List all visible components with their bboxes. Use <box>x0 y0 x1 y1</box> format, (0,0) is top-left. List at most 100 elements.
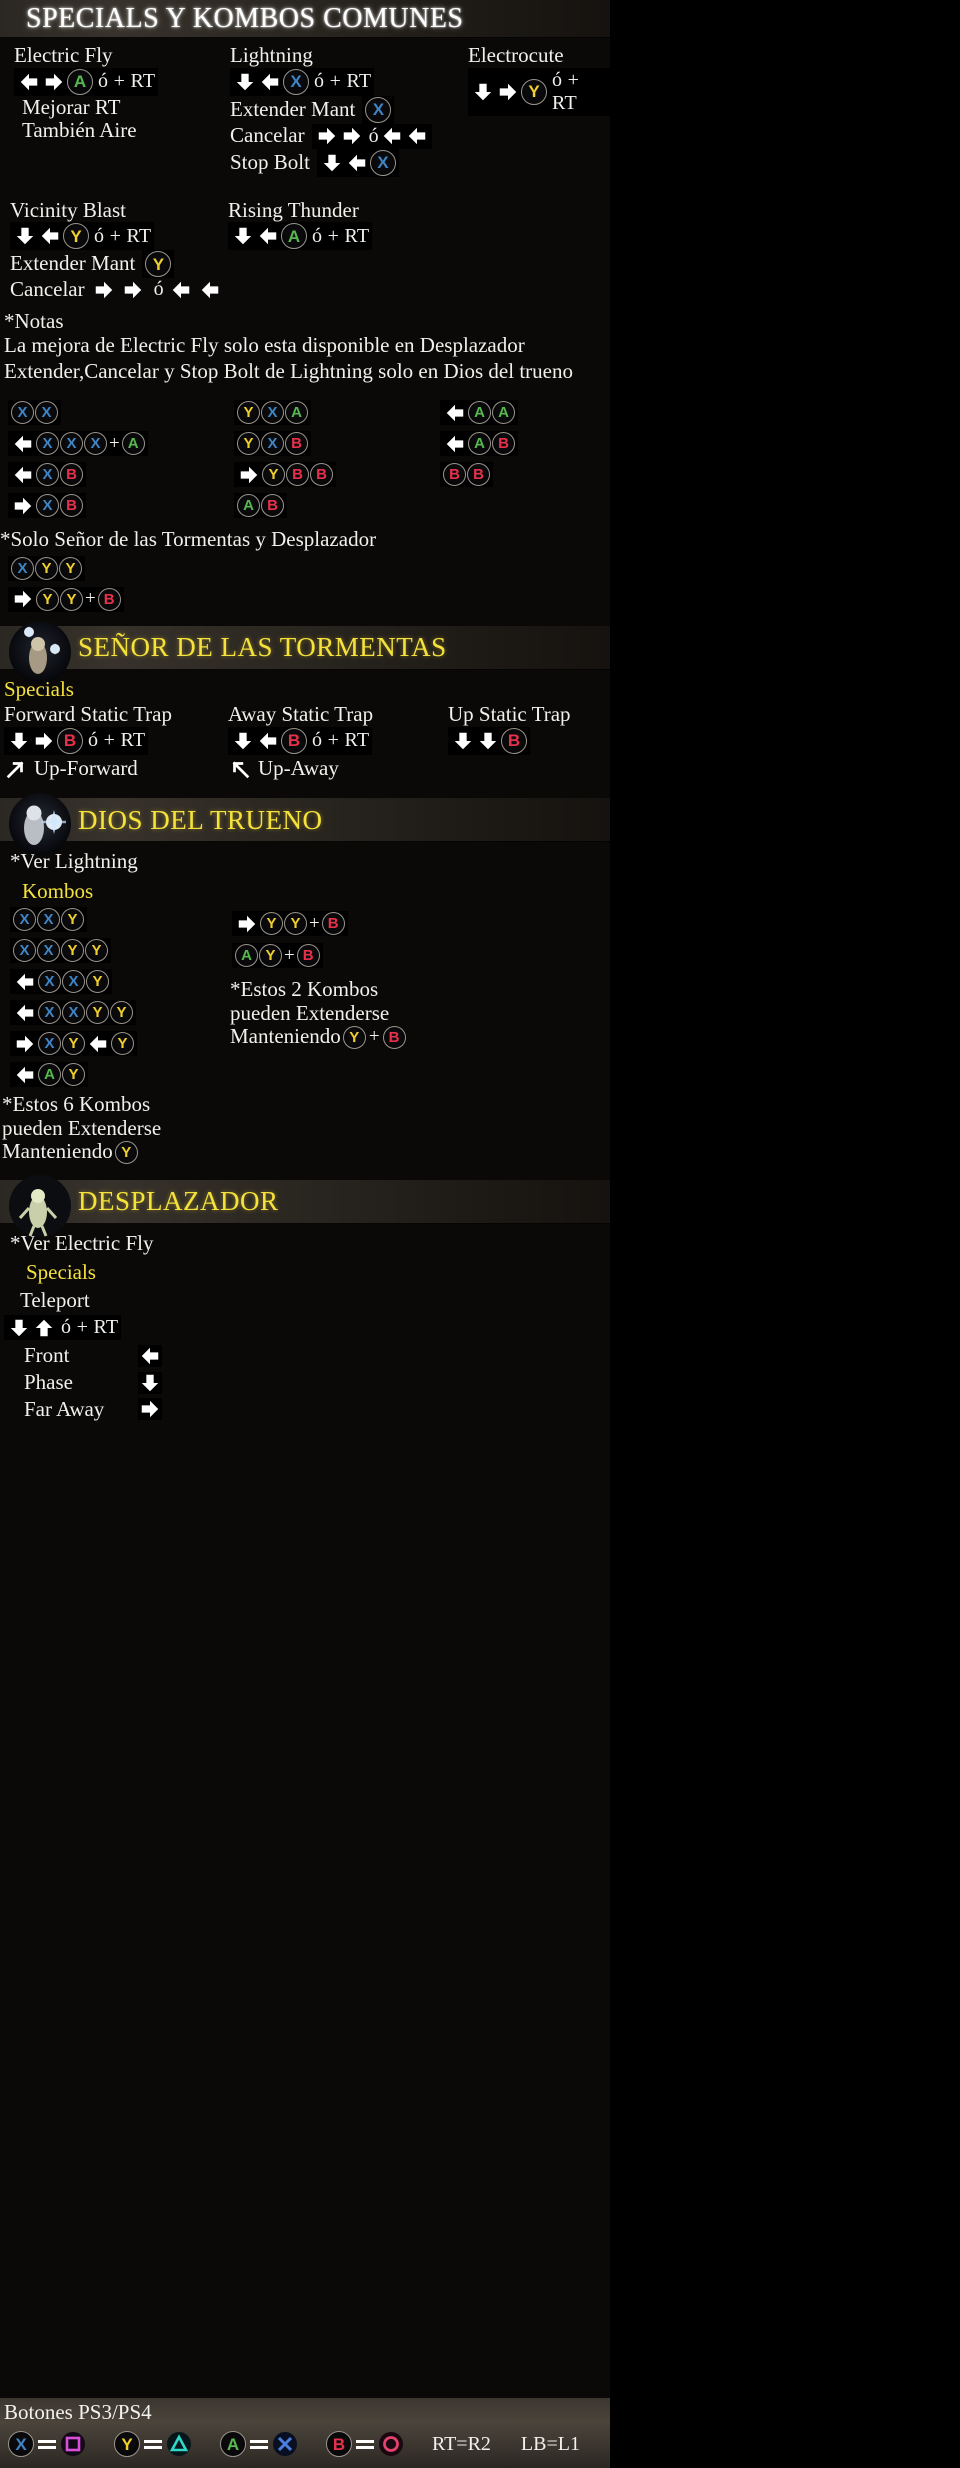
button-x-icon: X <box>62 970 85 994</box>
button-y-icon: Y <box>262 463 285 487</box>
arrow-down-icon <box>233 70 257 93</box>
move-inputs: Xó + RT <box>230 67 460 96</box>
main-banner: SPECIALS Y KOMBOS COMUNES <box>0 0 610 38</box>
kombo-row: XB <box>8 493 220 519</box>
move-sub-label: Cancelar <box>230 123 305 148</box>
input-sequence: XXY <box>10 907 87 933</box>
move-variant: Up-Away <box>228 755 442 781</box>
trigger-mapping: LB=L1 <box>520 2432 580 2455</box>
move-extra-note: Mejorar RT <box>22 94 121 119</box>
button-x-icon: X <box>365 96 392 123</box>
input-sequence: YXA <box>234 400 311 426</box>
button-a-icon: A <box>237 494 260 518</box>
arrow-left-icon <box>404 125 429 148</box>
kombo-column: AAABBB <box>430 400 610 524</box>
common-moves-row-2: Vicinity Blast Yó + RT Extender Mant Y Cance… <box>0 197 610 302</box>
arrow-right-icon <box>121 279 145 301</box>
arrow-down-icon <box>138 1371 162 1394</box>
button-b-icon: B <box>97 587 121 611</box>
page-title: SPECIALS Y KOMBOS COMUNES <box>26 3 464 34</box>
button-y-icon: Y <box>86 1001 109 1025</box>
move-name: Rising Thunder <box>228 197 359 222</box>
button-x-icon: X <box>13 939 36 963</box>
arrow-left-icon <box>86 1032 110 1055</box>
arrow-right-icon <box>314 125 339 148</box>
input-sequence: ó <box>92 278 222 301</box>
input-text: ó + RT <box>61 1316 119 1339</box>
arrow-right-icon <box>235 912 259 935</box>
arrow-left-icon <box>11 463 35 486</box>
button-b-icon: B <box>492 432 515 456</box>
button-x-icon: X <box>36 432 59 456</box>
move-sub-row: Cancelar ó <box>230 123 460 149</box>
input-text: ó + RT <box>312 729 370 752</box>
move-block: Electric Fly Aó + RT Mejorar RT También Air… <box>0 43 222 177</box>
kombo-row: Y Y + B <box>228 911 610 937</box>
button-y-icon: Y <box>61 939 84 963</box>
equals-icon <box>143 2438 162 2451</box>
arrow-right-icon <box>13 1032 37 1055</box>
teleport-inputs: ó + RT <box>0 1315 610 1341</box>
button-b-icon: B <box>501 727 527 754</box>
kombo-note-hold: Manteniendo Y + B <box>228 1025 610 1049</box>
move-name: Away Static Trap <box>228 702 374 727</box>
button-mapping-x: X <box>8 2431 86 2457</box>
kombo-row: AB <box>440 431 610 457</box>
input-sequence: AA <box>440 400 518 426</box>
input-sequence: X X X + A <box>8 431 148 457</box>
move-inputs: Bó + RT <box>4 726 222 755</box>
move-name: Vicinity Blast <box>10 197 126 222</box>
button-y-icon: Y <box>62 1032 85 1056</box>
button-a-icon: A <box>468 432 491 456</box>
trueno-section: *Ver Lightning Kombos XXYXXYYXXYXXYYXYYA… <box>0 842 610 1164</box>
kombo-row: XXY <box>0 907 228 933</box>
input-sequence: Y <box>142 250 175 279</box>
button-mapping-y: Y <box>113 2431 192 2457</box>
button-a-icon: A <box>285 401 308 425</box>
arrow-left-icon <box>344 151 369 174</box>
button-y-icon: Y <box>237 401 260 425</box>
button-y-icon: Y <box>86 970 109 994</box>
input-text: ó + RT <box>552 68 580 114</box>
teleport-variant-label: Far Away <box>24 1396 105 1421</box>
button-x-icon: X <box>62 1001 85 1025</box>
input-sequence: BB <box>440 462 493 488</box>
arrow-left-icon <box>13 1001 37 1024</box>
arrow-down-icon <box>7 729 31 752</box>
arrow-down-icon <box>476 729 500 752</box>
desplazador-banner: DESPLAZADOR <box>0 1174 610 1237</box>
button-x-icon: X <box>283 68 309 95</box>
input-sequence: Y Y + B <box>232 911 348 937</box>
arrow-right-icon <box>92 279 116 301</box>
trueno-kombos-left: XXYXXYYXXYXXYYXYYAY <box>0 907 228 1088</box>
input-sequence: AY <box>10 1062 88 1088</box>
trigger-mapping: RT=R2 <box>431 2432 491 2455</box>
arrow-left-icon <box>443 432 467 455</box>
move-block: Electrocute Yó + RT <box>460 43 610 177</box>
common-moves-row-1: Electric Fly Aó + RT Mejorar RT También Air… <box>0 43 610 177</box>
movelist-page: SPECIALS Y KOMBOS COMUNES Electric Fly Aó… <box>0 0 610 2468</box>
arrow-down-icon <box>451 729 475 752</box>
move-sub-row: Extender Mant X <box>230 95 460 124</box>
trueno-left-note: *Estos 6 Kombos pueden Extenderse Mantenie… <box>0 1093 228 1164</box>
button-b-icon: B <box>325 2431 352 2457</box>
button-x-icon: X <box>11 401 34 425</box>
input-sequence: X <box>316 148 399 177</box>
arrow-left-icon <box>13 1063 37 1086</box>
kombo-row: XYY <box>0 555 610 581</box>
input-text: ó <box>153 278 164 301</box>
kombo-note-line: *Estos 2 Kombos <box>230 977 379 1002</box>
arrow-up-right-icon <box>4 758 28 780</box>
move-variant-label: Up-Away <box>258 755 339 780</box>
input-sequence: XB <box>8 462 86 488</box>
move-block: Forward Static Trap Bó + RT Up-Forward <box>0 703 222 780</box>
arrow-left-icon <box>379 125 404 148</box>
input-sequence: XXY <box>10 969 112 995</box>
move-sub-row: Cancelar ó <box>10 278 228 302</box>
button-y-icon: Y <box>36 587 59 611</box>
kombo-row: A Y + B <box>228 943 610 969</box>
button-x-icon: X <box>36 463 59 487</box>
button-mapping-b: B <box>325 2431 404 2457</box>
kombo-row: XXYY <box>0 1000 228 1026</box>
plus-sign: + <box>309 912 320 934</box>
